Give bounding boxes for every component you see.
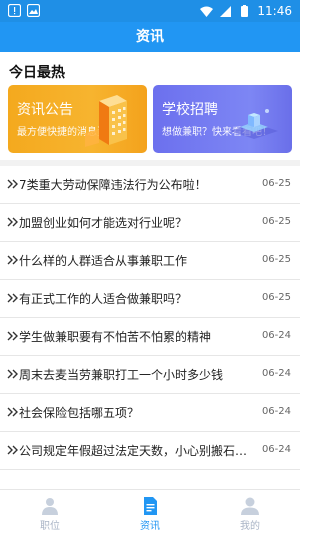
profile-icon — [241, 497, 259, 515]
platform-icon — [230, 109, 278, 139]
document-icon — [144, 497, 157, 515]
section-title: 今日最热 — [9, 65, 65, 81]
status-time: 11:46 — [257, 4, 292, 18]
tab-profile[interactable]: 我的 — [200, 490, 300, 534]
article-row[interactable]: 公司规定年假超过法定天数，小心别搬石… 06-24 — [0, 432, 300, 470]
tab-label: 资讯 — [140, 521, 160, 532]
double-chevron-icon — [7, 369, 18, 379]
signal-icon — [220, 5, 232, 17]
article-date: 06-25 — [261, 216, 291, 227]
article-date: 06-24 — [261, 330, 291, 341]
bottom-tab-bar: 职位 资讯 我的 — [0, 489, 300, 534]
card-title: 资讯公告 — [17, 102, 73, 118]
article-date: 06-25 — [261, 178, 291, 189]
article-list: 7类重大劳动保障违法行为公布啦！ 06-25 加盟创业如何才能选对行业呢？ 06… — [0, 166, 300, 470]
double-chevron-icon — [7, 331, 18, 341]
article-row[interactable]: 社会保险包括哪五项？ 06-24 — [0, 394, 300, 432]
image-icon — [27, 4, 40, 17]
article-title: 什么样的人群适合从事兼职工作 — [19, 254, 188, 268]
article-date: 06-24 — [261, 368, 291, 379]
article-row[interactable]: 7类重大劳动保障违法行为公布啦！ 06-25 — [0, 166, 300, 204]
person-icon — [42, 498, 58, 515]
school-recruitment-card[interactable]: 学校招聘 想做兼职？快来看看吧！ — [153, 85, 292, 153]
tab-jobs[interactable]: 职位 — [0, 490, 100, 534]
article-date: 06-25 — [261, 292, 291, 303]
battery-icon — [241, 4, 249, 17]
page-title: 资讯 — [0, 22, 300, 52]
status-bar: 11:46 — [0, 0, 300, 22]
article-title: 学生做兼职要有不怕苦不怕累的精神 — [19, 330, 212, 344]
double-chevron-icon — [7, 293, 18, 303]
article-title: 7类重大劳动保障违法行为公布啦！ — [19, 178, 207, 192]
building-icon — [85, 95, 127, 147]
category-cards: 资讯公告 最方便快捷的消息资讯 学校招聘 想做兼职？快来看看吧！ — [8, 85, 292, 153]
tab-label: 我的 — [240, 521, 260, 532]
article-row[interactable]: 加盟创业如何才能选对行业呢？ 06-25 — [0, 204, 300, 242]
double-chevron-icon — [7, 179, 18, 189]
article-row[interactable]: 什么样的人群适合从事兼职工作 06-25 — [0, 242, 300, 280]
double-chevron-icon — [7, 255, 18, 265]
article-row[interactable]: 学生做兼职要有不怕苦不怕累的精神 06-24 — [0, 318, 300, 356]
card-title: 学校招聘 — [162, 102, 218, 118]
article-title: 社会保险包括哪五项？ — [19, 406, 140, 420]
article-row[interactable]: 周末去麦当劳兼职打工一个小时多少钱 06-24 — [0, 356, 300, 394]
tab-news[interactable]: 资讯 — [100, 490, 200, 534]
news-announcement-card[interactable]: 资讯公告 最方便快捷的消息资讯 — [8, 85, 147, 153]
article-row[interactable]: 有正式工作的人适合做兼职吗？ 06-25 — [0, 280, 300, 318]
article-date: 06-24 — [261, 444, 291, 455]
double-chevron-icon — [7, 407, 18, 417]
tab-label: 职位 — [40, 521, 60, 532]
article-title: 周末去麦当劳兼职打工一个小时多少钱 — [19, 368, 224, 382]
article-date: 06-24 — [261, 406, 291, 417]
article-title: 公司规定年假超过法定天数，小心别搬石… — [19, 444, 248, 458]
article-date: 06-25 — [261, 254, 291, 265]
article-title: 有正式工作的人适合做兼职吗？ — [19, 292, 188, 306]
double-chevron-icon — [7, 217, 18, 227]
article-title: 加盟创业如何才能选对行业呢？ — [19, 216, 188, 230]
wifi-icon — [200, 6, 214, 17]
double-chevron-icon — [7, 445, 18, 455]
warning-icon — [8, 4, 21, 17]
